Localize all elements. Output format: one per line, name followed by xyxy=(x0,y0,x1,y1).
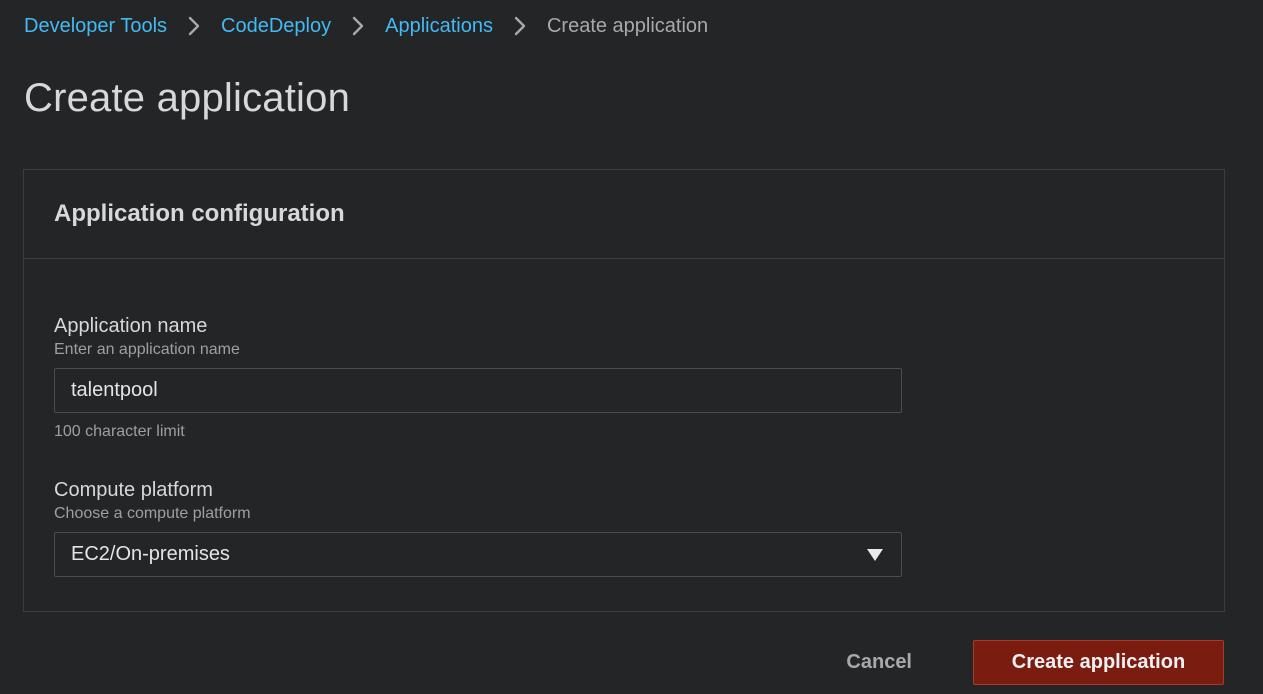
page-title: Create application xyxy=(24,76,351,120)
compute-platform-label: Compute platform xyxy=(54,479,213,501)
caret-down-icon xyxy=(867,548,883,561)
compute-platform-selected-value: EC2/On-premises xyxy=(71,543,230,565)
compute-platform-description: Choose a compute platform xyxy=(54,505,251,522)
application-name-label: Application name xyxy=(54,315,208,337)
breadcrumb-link-developer-tools[interactable]: Developer Tools xyxy=(24,15,167,38)
application-name-input[interactable] xyxy=(54,368,902,413)
application-name-description: Enter an application name xyxy=(54,341,240,358)
breadcrumb-current: Create application xyxy=(546,14,709,37)
application-name-hint: 100 character limit xyxy=(54,423,185,440)
breadcrumb: Developer Tools CodeDeploy Applications … xyxy=(24,12,708,40)
breadcrumb-link-applications[interactable]: Applications xyxy=(385,15,493,38)
application-configuration-panel: Application configuration Application na… xyxy=(23,169,1225,612)
breadcrumb-link-codedeploy[interactable]: CodeDeploy xyxy=(221,15,331,38)
compute-platform-select[interactable]: EC2/On-premises xyxy=(54,532,902,577)
panel-title: Application configuration xyxy=(54,200,345,227)
chevron-right-icon xyxy=(331,12,385,40)
compute-platform-field: Compute platform Choose a compute platfo… xyxy=(54,478,902,577)
chevron-right-icon xyxy=(493,12,547,40)
application-name-field: Application name Enter an application na… xyxy=(54,314,902,442)
panel-header: Application configuration xyxy=(24,170,1224,259)
form-actions: Cancel Create application xyxy=(846,640,1224,685)
create-application-button[interactable]: Create application xyxy=(973,640,1224,685)
cancel-button[interactable]: Cancel xyxy=(846,651,912,674)
chevron-right-icon xyxy=(167,12,221,40)
